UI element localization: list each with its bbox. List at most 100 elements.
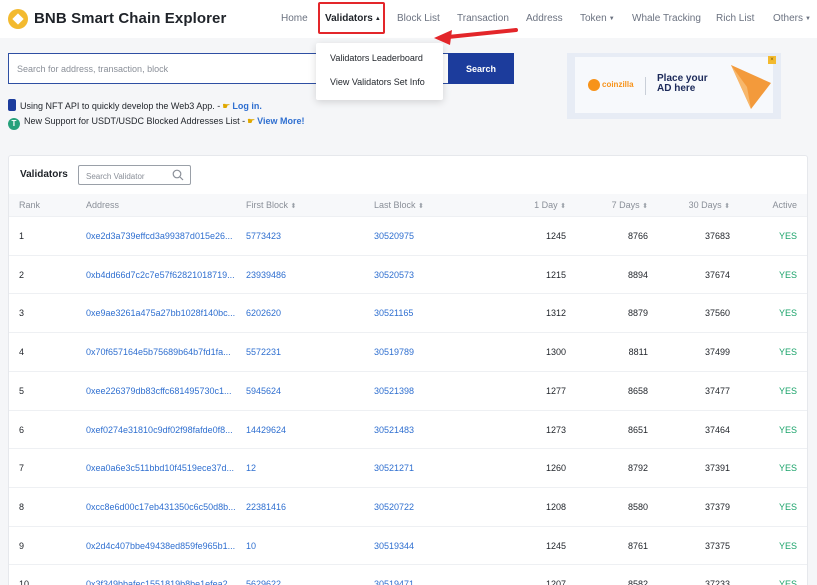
nav-token[interactable]: Token ▼: [580, 13, 615, 24]
address-link[interactable]: 0xcc8e6d00c17eb431350c6c50d8b...: [86, 502, 241, 512]
first-block-link[interactable]: 12: [246, 463, 256, 473]
address-link[interactable]: 0x3f349bbafec1551819b8be1efea2...: [86, 579, 241, 585]
last-block-link[interactable]: 30519344: [374, 541, 414, 551]
seven-days-cell: 8766: [627, 231, 648, 241]
table-row: 7 0xea0a6e3c511bbd10f4519ece37d... 12 30521…: [9, 448, 807, 487]
sort-icon: ⬍: [560, 203, 566, 210]
thirty-days-cell: 37375: [704, 540, 730, 551]
first-block-link[interactable]: 5572231: [246, 347, 281, 357]
last-block-link[interactable]: 30521483: [374, 425, 414, 435]
seven-days-cell: 8651: [627, 424, 648, 435]
coinzilla-logo-icon: [588, 79, 600, 91]
last-block-link[interactable]: 30521165: [374, 308, 413, 318]
ad-inner: coinzilla Place your AD here: [575, 57, 773, 113]
thirty-days-cell: 37683: [704, 231, 730, 241]
nav-block-list[interactable]: Block List: [397, 13, 440, 24]
first-block-link[interactable]: 23939486: [246, 270, 286, 280]
validators-card: Validators Rank Address First Block ⬍ La…: [8, 155, 808, 585]
address-link[interactable]: 0xb4dd66d7c2c7e57f62821018719...: [86, 270, 241, 280]
validator-search-box: [78, 165, 191, 186]
one-day-cell: 1245: [545, 540, 566, 551]
address-link[interactable]: 0x70f657164e5b75689b64b7fd1fa...: [86, 347, 241, 357]
col-first-block[interactable]: First Block ⬍: [246, 200, 296, 210]
last-block-link[interactable]: 30519471: [374, 579, 414, 585]
table-row: 4 0x70f657164e5b75689b64b7fd1fa... 5572231…: [9, 332, 807, 371]
nav-transaction[interactable]: Transaction: [457, 13, 509, 24]
first-block-link[interactable]: 5945624: [246, 386, 281, 396]
search-icon[interactable]: [172, 169, 184, 181]
col-last-block-label: Last Block: [374, 200, 416, 210]
ad-close-icon[interactable]: ×: [768, 56, 776, 64]
rank-cell: 9: [19, 540, 25, 551]
validators-title: Validators: [20, 169, 68, 180]
last-block-link[interactable]: 30520573: [374, 270, 414, 280]
thirty-days-cell: 37499: [704, 347, 730, 358]
address-link[interactable]: 0xee226379db83cffc681495730c1...: [86, 386, 241, 396]
table-row: 10 0x3f349bbafec1551819b8be1efea2... 56296…: [9, 564, 807, 585]
address-link[interactable]: 0xe9ae3261a475a27bb1028f140bc...: [86, 308, 241, 318]
col-active: Active: [772, 200, 797, 210]
last-block-link[interactable]: 30519789: [374, 347, 414, 357]
col-rank: Rank: [19, 200, 41, 210]
active-status: YES: [778, 231, 797, 241]
col-1-day[interactable]: 1 Day ⬍: [534, 200, 566, 210]
address-link[interactable]: 0xe2d3a739effcd3a99387d015e26...: [86, 231, 241, 241]
seven-days-cell: 8658: [627, 385, 648, 396]
thirty-days-cell: 37560: [704, 308, 730, 319]
ad-banner[interactable]: coinzilla Place your AD here ×: [567, 53, 781, 119]
address-link[interactable]: 0xea0a6e3c511bbd10f4519ece37d...: [86, 463, 241, 473]
col-7-days[interactable]: 7 Days ⬍: [612, 200, 648, 210]
menu-item-validators-leaderboard[interactable]: Validators Leaderboard: [330, 53, 423, 63]
first-block-link[interactable]: 22381416: [246, 502, 286, 512]
sort-icon: ⬍: [724, 203, 730, 210]
one-day-cell: 1215: [545, 269, 566, 280]
top-header: BNB Smart Chain Explorer Home Validators…: [0, 0, 817, 38]
notice-nft-api: Using NFT API to quickly develop the Web…: [8, 99, 262, 112]
address-link[interactable]: 0x2d4c407bbe49438ed859fe965b1...: [86, 541, 241, 551]
ad-paper-plane-icon: [731, 65, 771, 109]
col-30-days[interactable]: 30 Days ⬍: [689, 200, 730, 210]
nav-home[interactable]: Home: [281, 13, 308, 24]
col-last-block[interactable]: Last Block ⬍: [374, 200, 424, 210]
address-link[interactable]: 0xef0274e31810c9df02f98fafde0f8...: [86, 425, 241, 435]
rank-cell: 6: [19, 424, 25, 435]
menu-item-view-validators-set-info[interactable]: View Validators Set Info: [330, 77, 425, 87]
active-status: YES: [778, 540, 797, 551]
last-block-link[interactable]: 30520975: [374, 231, 414, 241]
one-day-cell: 1208: [545, 501, 566, 512]
active-status: YES: [778, 501, 797, 512]
active-status: YES: [778, 463, 797, 474]
nav-rich-list[interactable]: Rich List: [716, 13, 754, 24]
active-status: YES: [778, 424, 797, 435]
validators-dropdown-menu: Validators Leaderboard View Validators S…: [316, 43, 443, 100]
one-day-cell: 1300: [545, 347, 566, 358]
last-block-link[interactable]: 30520722: [374, 502, 414, 512]
nav-address[interactable]: Address: [526, 13, 563, 24]
first-block-link[interactable]: 5773423: [246, 231, 281, 241]
nav-others-label: Others: [773, 13, 804, 24]
bnb-logo-icon[interactable]: [8, 9, 28, 29]
rank-cell: 8: [19, 501, 25, 512]
seven-days-cell: 8879: [627, 308, 648, 319]
ad-title: Place your AD here: [657, 74, 708, 94]
one-day-cell: 1277: [545, 385, 566, 396]
first-block-link[interactable]: 14429624: [246, 425, 286, 435]
first-block-link[interactable]: 10: [246, 541, 256, 551]
view-more-link[interactable]: View More!: [257, 116, 304, 126]
first-block-link[interactable]: 5629622: [246, 579, 281, 585]
last-block-link[interactable]: 30521398: [374, 386, 414, 396]
validator-search-input[interactable]: [79, 167, 169, 186]
site-title[interactable]: BNB Smart Chain Explorer: [34, 10, 226, 27]
login-link[interactable]: Log in.: [232, 101, 262, 111]
active-status: YES: [778, 385, 797, 396]
first-block-link[interactable]: 6202620: [246, 308, 281, 318]
notice-text: Using NFT API to quickly develop the Web…: [20, 101, 221, 111]
last-block-link[interactable]: 30521271: [374, 463, 414, 473]
table-row: 8 0xcc8e6d00c17eb431350c6c50d8b... 2238141…: [9, 486, 807, 526]
one-day-cell: 1273: [545, 424, 566, 435]
nav-others[interactable]: Others ▼: [773, 13, 811, 24]
search-button[interactable]: Search: [448, 53, 514, 84]
one-day-cell: 1260: [545, 463, 566, 474]
nav-whale-tracking[interactable]: Whale Tracking: [632, 13, 701, 24]
col-7-days-label: 7 Days: [611, 200, 640, 210]
